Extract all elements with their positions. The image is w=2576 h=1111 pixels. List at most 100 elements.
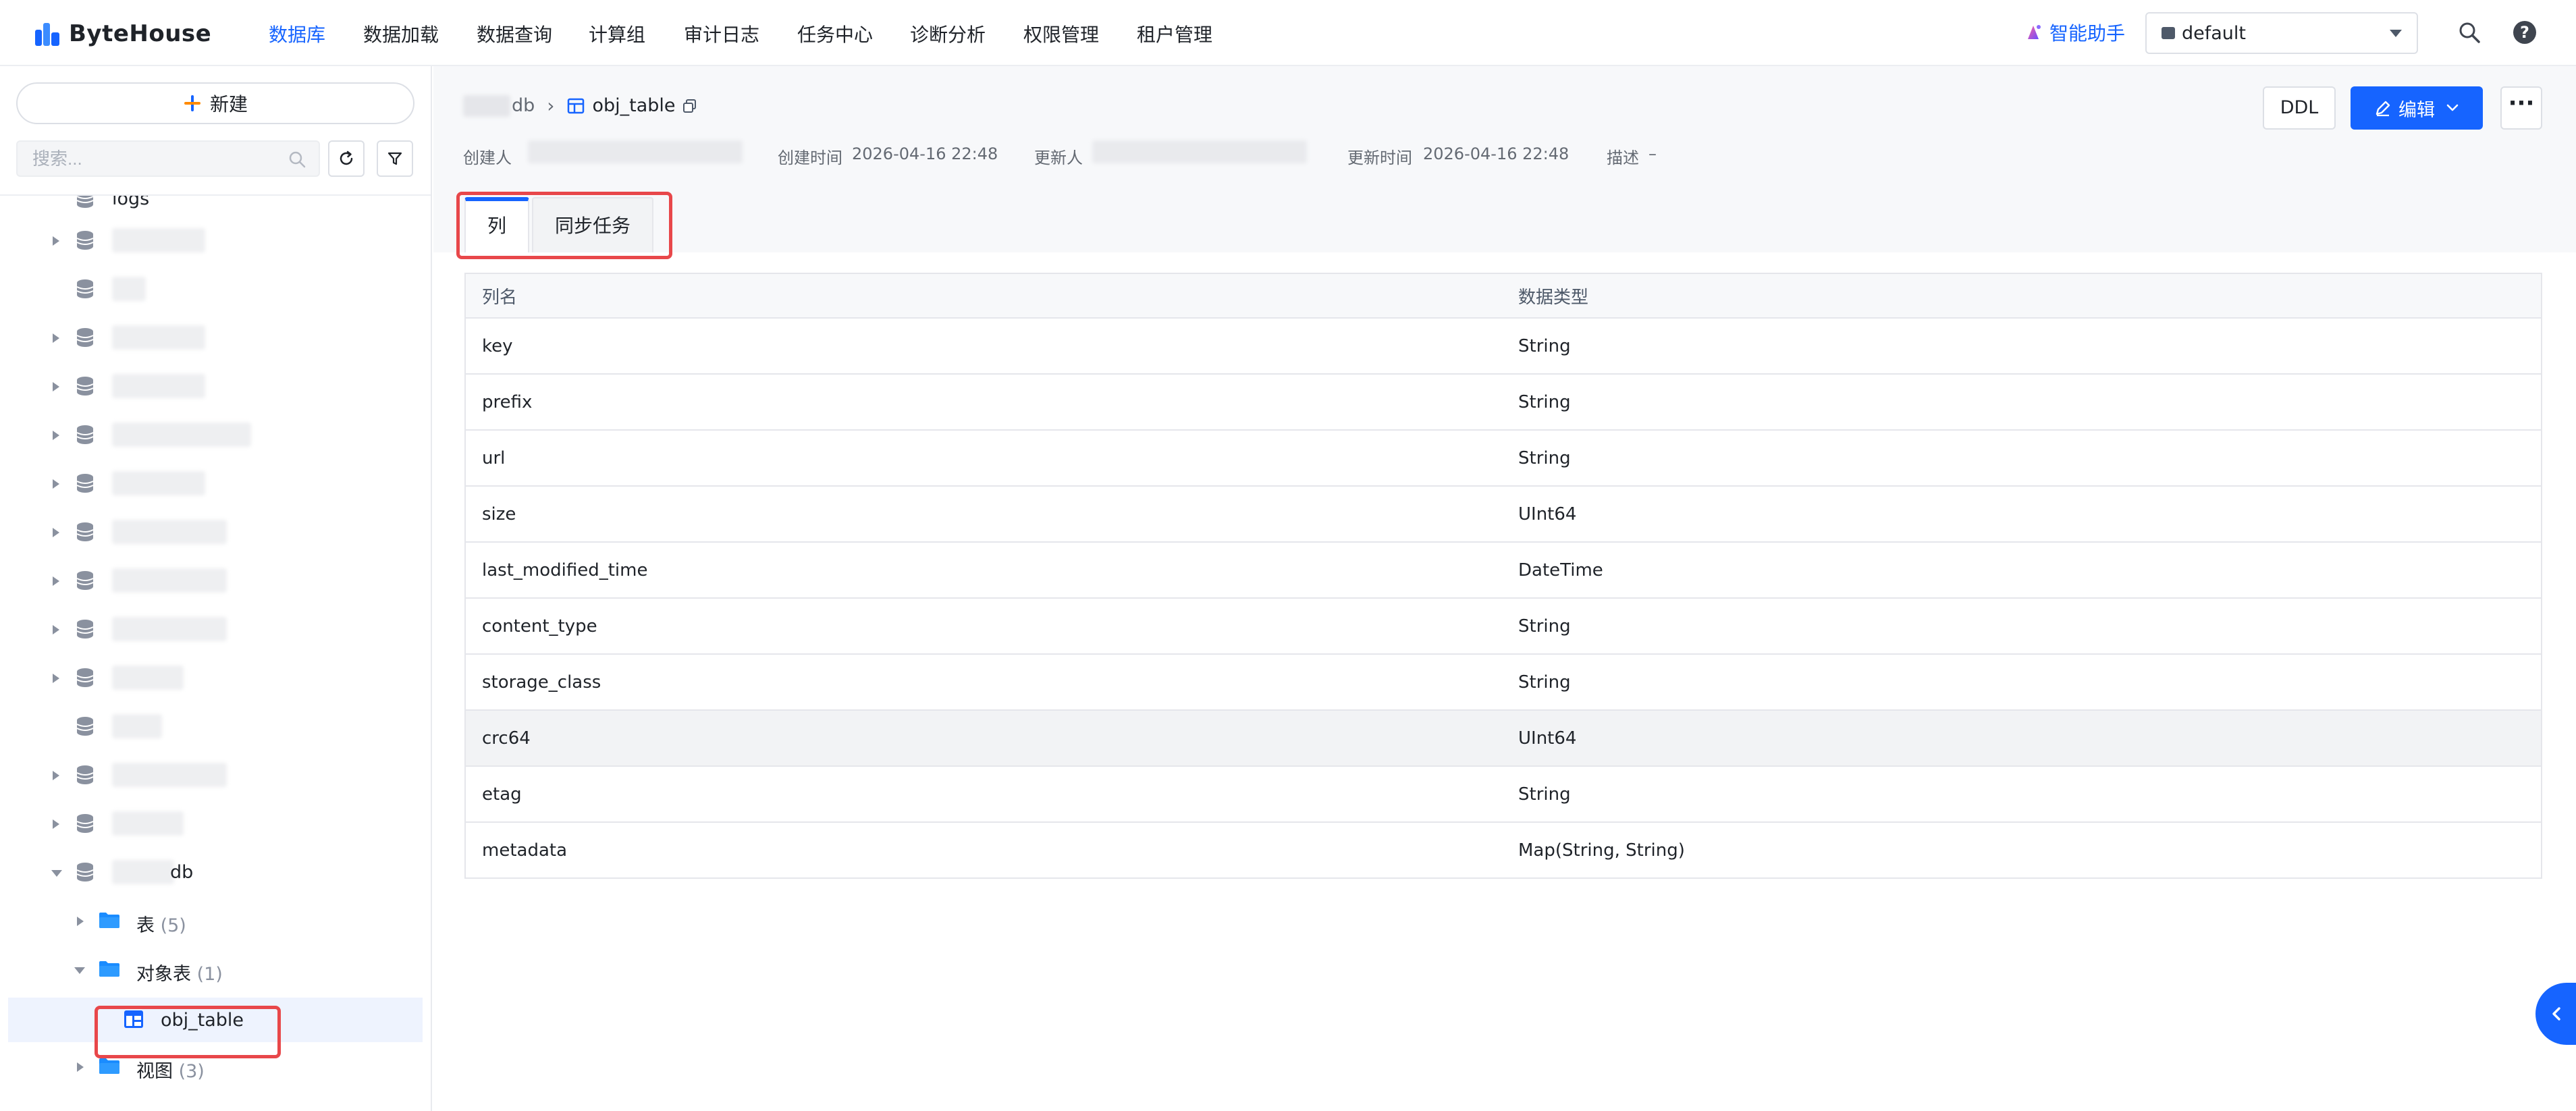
- tree-row-database[interactable]: [0, 269, 431, 309]
- sparkle-icon: [2028, 25, 2041, 39]
- table-row[interactable]: prefix String: [465, 374, 2542, 431]
- nav-item-diagnosis[interactable]: 诊断分析: [910, 20, 986, 47]
- data-type-cell: String: [1502, 766, 2542, 823]
- redacted-database-name: [112, 228, 205, 252]
- search-icon: [289, 151, 306, 168]
- nav-item-data-query[interactable]: 数据查询: [477, 20, 552, 47]
- folder-icon: [99, 1058, 119, 1074]
- header-column-name: 列名: [465, 273, 1502, 319]
- columns-table: 列名 数据类型 key String prefix String url String…: [464, 273, 2542, 879]
- tree-row-database[interactable]: [0, 366, 431, 406]
- folder-name: 视图: [136, 1061, 173, 1082]
- table-row[interactable]: crc64 UInt64: [465, 710, 2542, 767]
- data-type-cell: UInt64: [1502, 710, 2542, 767]
- caret-down-icon: [51, 870, 62, 877]
- table-row[interactable]: etag String: [465, 766, 2542, 823]
- tree-row-database[interactable]: [0, 657, 431, 698]
- tree-item-obj-table[interactable]: obj_table: [8, 998, 423, 1042]
- nav-item-permissions[interactable]: 权限管理: [1023, 20, 1099, 47]
- tree-row-partial[interactable]: logs: [0, 196, 431, 219]
- tree-folder-views[interactable]: 视图 (3): [0, 1046, 431, 1087]
- table-row[interactable]: metadata Map(String, String): [465, 822, 2542, 879]
- redacted-database-name: [112, 860, 174, 884]
- redacted-database-name: [112, 374, 205, 398]
- help-icon[interactable]: ?: [2513, 21, 2536, 44]
- breadcrumb-database[interactable]: db: [512, 95, 535, 116]
- chevron-down-icon: [2446, 104, 2459, 111]
- monitor-icon: [2162, 27, 2175, 39]
- table-row[interactable]: last_modified_time DateTime: [465, 542, 2542, 599]
- sidebar: 新建 logs db 表 (5) 对象表 (1) obj_table 视图 (3): [0, 66, 432, 1111]
- tree-folder-label: 对象表 (1): [136, 959, 223, 985]
- redacted-database-name: [112, 520, 227, 544]
- nav-item-database[interactable]: 数据库: [269, 20, 325, 47]
- tree-folder-object-tables[interactable]: 对象表 (1): [0, 949, 431, 990]
- tree-row-database[interactable]: [0, 414, 431, 455]
- tree-row-database[interactable]: [0, 463, 431, 504]
- bytehouse-logo[interactable]: ByteHouse: [34, 19, 211, 49]
- refresh-button[interactable]: [328, 140, 365, 177]
- database-icon: [76, 863, 94, 882]
- table-row[interactable]: size UInt64: [465, 486, 2542, 543]
- tab-sync-tasks[interactable]: 同步任务: [532, 197, 654, 252]
- nav-item-audit-log[interactable]: 审计日志: [684, 20, 759, 47]
- new-button[interactable]: 新建: [16, 82, 414, 124]
- redacted-database-name: [112, 811, 184, 836]
- column-name-cell: crc64: [465, 710, 1502, 767]
- copy-icon[interactable]: [682, 99, 697, 113]
- search-icon[interactable]: [2457, 20, 2481, 45]
- caret-right-icon: [53, 431, 59, 440]
- tree-row-database-expanded[interactable]: db: [0, 852, 431, 892]
- nav-item-task-center[interactable]: 任务中心: [797, 20, 873, 47]
- breadcrumb-table: obj_table: [592, 95, 676, 116]
- database-tree: logs db 表 (5) 对象表 (1) obj_table 视图 (3): [0, 194, 431, 1111]
- tree-row-database[interactable]: [0, 220, 431, 261]
- tab-columns[interactable]: 列: [464, 197, 530, 252]
- table-row[interactable]: storage_class String: [465, 654, 2542, 711]
- tree-row-database[interactable]: [0, 560, 431, 601]
- table-row[interactable]: content_type String: [465, 598, 2542, 655]
- column-name-cell: key: [465, 318, 1502, 375]
- data-type-cell: String: [1502, 598, 2542, 655]
- folder-count: (3): [178, 1061, 205, 1082]
- tree-folder-tables[interactable]: 表 (5): [0, 900, 431, 941]
- chevron-right-icon: ›: [547, 94, 555, 117]
- database-icon: [76, 279, 94, 298]
- nav-item-compute-group[interactable]: 计算组: [589, 20, 645, 47]
- tree-row-database[interactable]: [0, 512, 431, 552]
- created-time-label: 创建时间: [778, 148, 842, 167]
- edit-button-label: 编辑: [2398, 99, 2435, 121]
- tree-row-database[interactable]: [0, 755, 431, 795]
- ddl-button[interactable]: DDL: [2263, 86, 2336, 130]
- database-icon: [76, 196, 94, 208]
- tree-row-database[interactable]: [0, 706, 431, 747]
- ai-assistant-link[interactable]: 智能助手: [2024, 19, 2125, 46]
- caret-down-icon: [2390, 29, 2402, 37]
- column-name-cell: url: [465, 430, 1502, 487]
- more-actions-button[interactable]: ···: [2500, 86, 2542, 130]
- table-row[interactable]: key String: [465, 318, 2542, 375]
- column-name-cell: prefix: [465, 374, 1502, 431]
- folder-name: 表: [136, 915, 155, 936]
- database-icon: [76, 522, 94, 541]
- column-name-cell: size: [465, 486, 1502, 543]
- tenant-select[interactable]: default: [2145, 12, 2418, 54]
- redacted-database-name: [112, 617, 227, 641]
- updated-time-value: 2026-04-16 22:48: [1423, 144, 1569, 163]
- edit-button[interactable]: 编辑: [2351, 86, 2483, 130]
- tree-row-database[interactable]: [0, 803, 431, 844]
- collapse-panel-handle[interactable]: [2535, 983, 2576, 1045]
- database-icon: [76, 231, 94, 250]
- database-icon: [76, 474, 94, 493]
- nav-item-data-loading[interactable]: 数据加载: [363, 20, 439, 47]
- nav-item-tenant-management[interactable]: 租户管理: [1137, 20, 1212, 47]
- table-row[interactable]: url String: [465, 430, 2542, 487]
- sidebar-search-input[interactable]: [18, 142, 274, 175]
- caret-right-icon: [53, 674, 59, 683]
- database-icon: [76, 620, 94, 639]
- filter-button[interactable]: [377, 140, 413, 177]
- database-name-suffix: db: [170, 862, 194, 883]
- tree-row-database[interactable]: [0, 317, 431, 358]
- tree-row-database[interactable]: [0, 609, 431, 649]
- column-name-cell: metadata: [465, 822, 1502, 879]
